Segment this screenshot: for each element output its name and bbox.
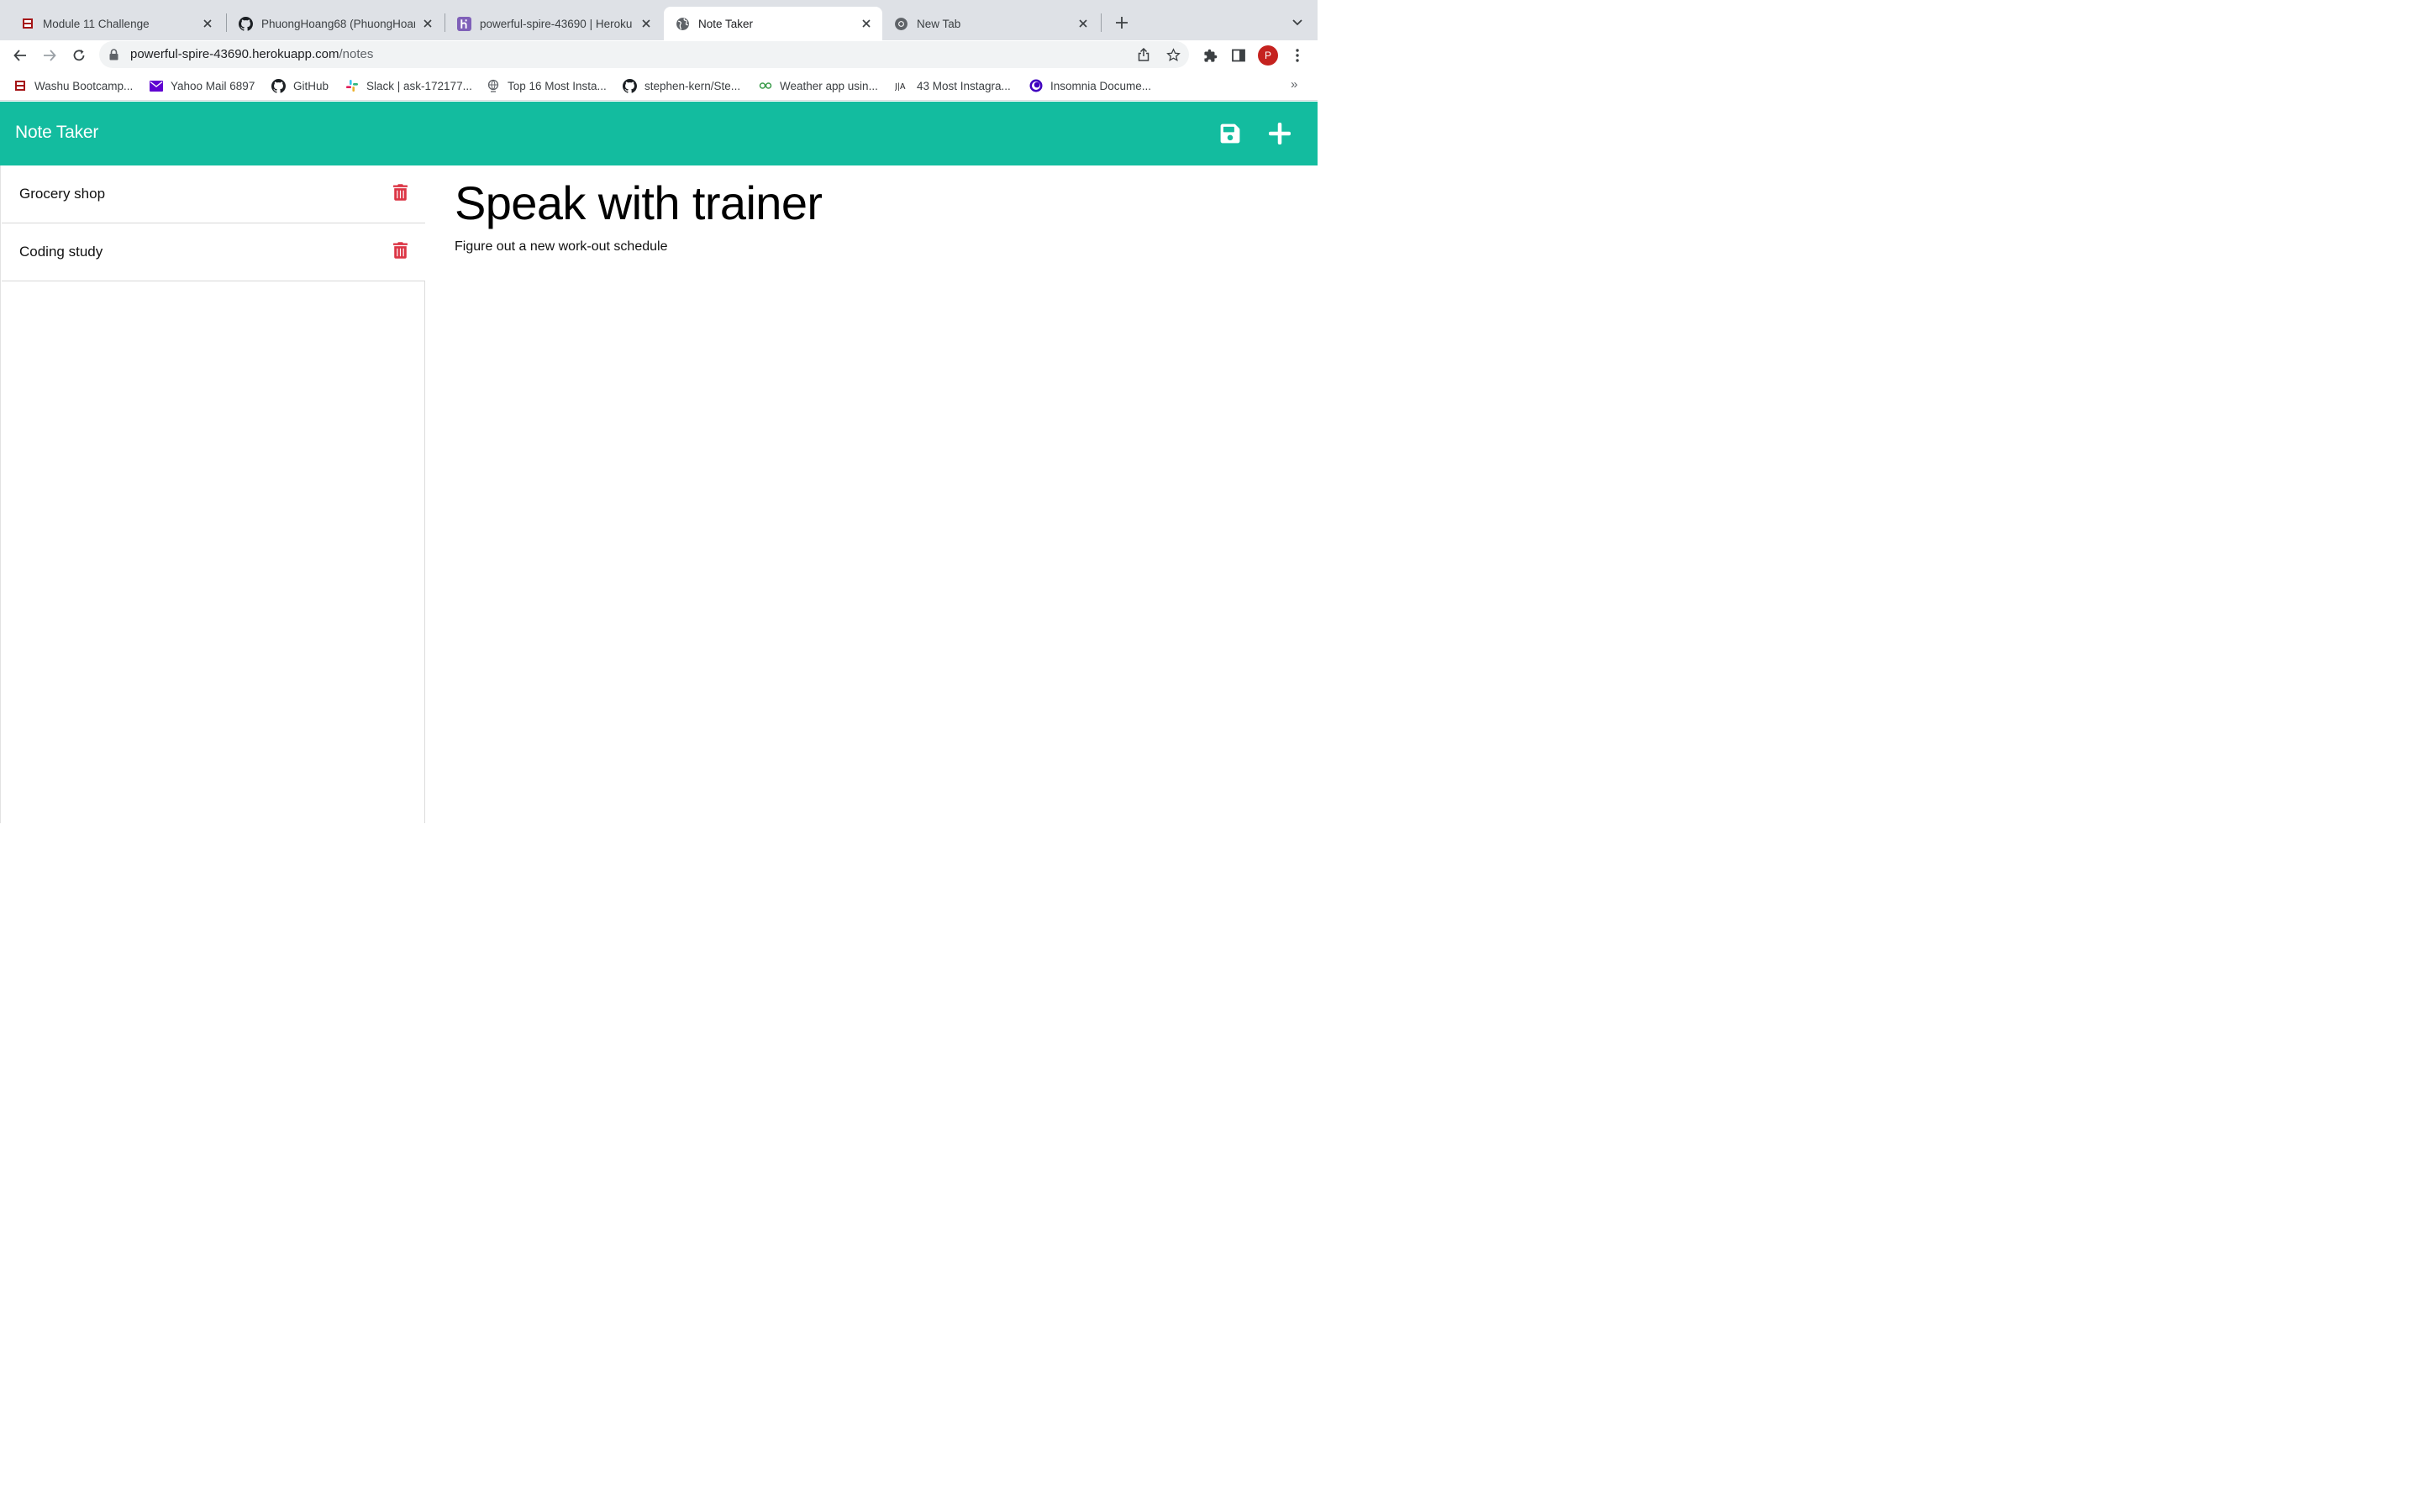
new-tab-button[interactable]: [1111, 12, 1133, 34]
link-icon: [758, 79, 772, 93]
trash-icon: [392, 184, 408, 201]
app-brand[interactable]: Note Taker: [15, 123, 98, 143]
close-icon[interactable]: [859, 16, 874, 31]
globe-icon: [676, 17, 690, 31]
arrow-left-icon: [13, 50, 26, 61]
save-icon: [1220, 123, 1240, 144]
tab-new-tab[interactable]: New Tab: [882, 7, 1099, 40]
forward-button[interactable]: [38, 44, 61, 67]
note-item-title[interactable]: Coding study: [19, 244, 103, 260]
bookmark-slack[interactable]: Slack | ask-172177...: [345, 78, 472, 93]
note-textarea[interactable]: Figure out a new work-out schedule: [455, 239, 667, 255]
lock-icon[interactable]: [109, 49, 118, 65]
share-icon[interactable]: [1134, 45, 1153, 64]
save-note-button[interactable]: [1218, 122, 1242, 145]
url-host: powerful-spire-43690.herokuapp.com: [130, 47, 339, 61]
github-icon: [271, 78, 286, 93]
plus-icon: [1116, 17, 1128, 29]
arrow-right-icon: [44, 50, 56, 61]
kebab-menu-icon: [1296, 49, 1299, 62]
insomnia-icon: [1028, 79, 1043, 93]
reload-icon: [73, 50, 85, 61]
bookmark-top-16[interactable]: Top 16 Most Insta...: [486, 78, 607, 93]
bookmark-label: Top 16 Most Insta...: [508, 79, 607, 92]
note-title[interactable]: Speak with trainer: [455, 176, 823, 230]
bookmark-label: GitHub: [293, 79, 329, 92]
note-list: Grocery shop Coding study: [0, 165, 425, 823]
washu-icon: [13, 79, 27, 93]
note-item-title[interactable]: Grocery shop: [19, 186, 105, 202]
reload-button[interactable]: [67, 44, 91, 67]
tab-title: Note Taker: [698, 17, 754, 30]
svg-text:J|A: J|A: [895, 82, 906, 91]
bookmark-label: 43 Most Instagra...: [917, 79, 1011, 92]
slack-icon: [345, 79, 359, 93]
tab-title: PhuongHoang68 (PhuongHoang68): [261, 17, 415, 30]
url-path: /notes: [339, 47, 374, 61]
mail-icon: [149, 79, 163, 93]
side-panel-button[interactable]: [1227, 44, 1250, 67]
bookmark-label: stephen-kern/Ste...: [644, 79, 741, 92]
globe-icon: [486, 79, 500, 93]
side-panel-icon: [1232, 49, 1245, 62]
github-icon: [239, 16, 253, 31]
plus-icon: [1269, 123, 1291, 144]
list-item[interactable]: Coding study: [2, 223, 425, 281]
chrome-icon: [894, 17, 908, 31]
back-button[interactable]: [8, 44, 32, 67]
tab-strip: Module 11 Challenge PhuongHoang68 (Phuon…: [0, 0, 1318, 40]
puzzle-icon: [1203, 49, 1217, 62]
bookmark-stephen-kern[interactable]: stephen-kern/Ste...: [623, 78, 740, 93]
bookmark-label: Slack | ask-172177...: [366, 79, 472, 92]
bookmark-insomnia[interactable]: Insomnia Docume...: [1028, 78, 1151, 93]
github-icon: [623, 78, 637, 93]
extensions-button[interactable]: [1198, 44, 1222, 67]
delete-note-button[interactable]: [392, 183, 408, 202]
browser-toolbar: powerful-spire-43690.herokuapp.com/notes…: [0, 40, 1318, 71]
bookmark-washu[interactable]: Washu Bootcamp...: [13, 78, 133, 93]
app-navbar: Note Taker: [0, 102, 1318, 165]
ja-icon: J|A: [895, 79, 909, 93]
trash-icon: [392, 242, 408, 259]
note-editor: Speak with trainer Figure out a new work…: [426, 165, 1318, 823]
star-icon[interactable]: [1164, 45, 1182, 64]
tab-search-button[interactable]: [1287, 12, 1307, 34]
close-icon[interactable]: [1076, 16, 1091, 31]
bookmarks-overflow-button[interactable]: »: [1291, 77, 1297, 92]
bookmark-label: Washu Bootcamp...: [34, 79, 134, 92]
bookmark-label: Weather app usin...: [780, 79, 878, 92]
new-note-button[interactable]: [1268, 122, 1292, 145]
menu-button[interactable]: [1286, 44, 1309, 67]
bookmark-yahoo-mail[interactable]: Yahoo Mail 6897: [149, 78, 255, 93]
bookmark-label: Yahoo Mail 6897: [171, 79, 255, 92]
tab-title: Module 11 Challenge: [43, 17, 150, 30]
tab-heroku[interactable]: powerful-spire-43690 | Heroku: [445, 7, 662, 40]
bookmark-43-most[interactable]: J|A 43 Most Instagra...: [895, 78, 1011, 93]
tab-github-profile[interactable]: PhuongHoang68 (PhuongHoang68): [227, 7, 444, 40]
tab-module-11[interactable]: Module 11 Challenge: [8, 7, 224, 40]
close-icon[interactable]: [420, 16, 435, 31]
address-bar[interactable]: powerful-spire-43690.herokuapp.com/notes: [99, 41, 1189, 68]
bookmark-github[interactable]: GitHub: [271, 78, 329, 93]
tab-title: New Tab: [917, 17, 961, 30]
profile-avatar[interactable]: P: [1258, 45, 1278, 66]
list-item[interactable]: Grocery shop: [2, 165, 425, 223]
bookmark-label: Insomnia Docume...: [1050, 79, 1152, 92]
tab-note-taker[interactable]: Note Taker: [664, 7, 882, 40]
delete-note-button[interactable]: [392, 241, 408, 260]
close-icon[interactable]: [200, 16, 215, 31]
tab-title: powerful-spire-43690 | Heroku: [480, 17, 633, 30]
close-icon[interactable]: [639, 16, 654, 31]
heroku-icon: [457, 16, 471, 31]
chevron-down-icon: [1292, 19, 1302, 26]
url-text[interactable]: powerful-spire-43690.herokuapp.com/notes: [130, 47, 373, 61]
washu-icon: [20, 17, 34, 31]
bookmark-weather-app[interactable]: Weather app usin...: [758, 78, 878, 93]
tab-separator: [1101, 13, 1102, 32]
bookmarks-bar: Washu Bootcamp... Yahoo Mail 6897 GitHub…: [0, 71, 1318, 101]
